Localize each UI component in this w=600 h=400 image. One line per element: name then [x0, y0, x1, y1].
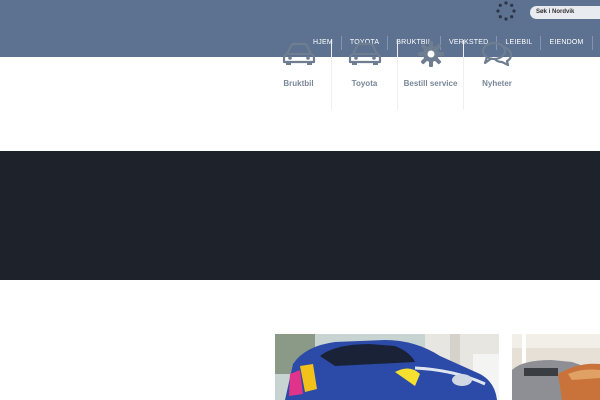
shortcut-bestill-service[interactable]: Bestill service [398, 40, 464, 110]
nav-item-more[interactable]: O [593, 36, 600, 50]
shortcut-label: Bruktbil [283, 79, 314, 88]
shortcut-nyheter[interactable]: Nyheter [464, 40, 530, 110]
shortcut-label: Bestill service [403, 79, 458, 88]
hero-banner [0, 151, 600, 280]
nav-item-eiendom[interactable]: EIENDOM [541, 36, 593, 50]
shortcut-label: Nyheter [482, 79, 512, 88]
news-image-blue-car[interactable] [275, 334, 499, 400]
shortcut-label: Toyota [351, 79, 378, 88]
car-icon [281, 40, 317, 68]
search-input[interactable]: Søk i Nordvik [530, 6, 600, 19]
chat-bubbles-icon [479, 40, 515, 68]
shortcut-bruktbil[interactable]: Bruktbil [266, 40, 332, 110]
gear-icon [413, 40, 449, 68]
shortcut-toyota[interactable]: Toyota [332, 40, 398, 110]
car-icon [347, 40, 383, 68]
shortcut-bar: Bruktbil Toyota Bestill service Nyheter [266, 40, 530, 110]
loading-spinner-icon [496, 1, 516, 21]
news-image-cars[interactable] [512, 334, 600, 400]
page: Søk i Nordvik HJEM TOYOTA BRUKTBIL VERKS… [0, 0, 600, 400]
